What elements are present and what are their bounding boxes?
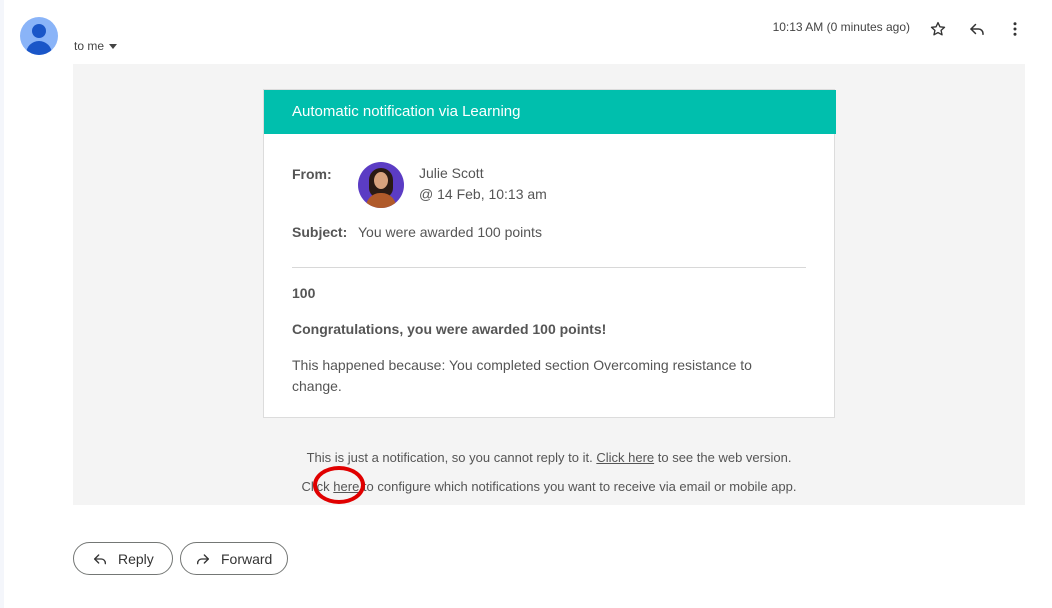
- reply-icon: [94, 553, 106, 564]
- congratulations-message: Congratulations, you were awarded 100 po…: [292, 321, 607, 337]
- reply-button[interactable]: [966, 18, 988, 40]
- star-button[interactable]: [927, 18, 949, 40]
- recipient-label: to me: [74, 39, 105, 53]
- sender-profile-photo: [358, 162, 404, 208]
- person-icon: [32, 24, 46, 38]
- reply-action-button[interactable]: Reply: [73, 542, 173, 575]
- caret-down-icon: [109, 43, 118, 49]
- forward-action-button[interactable]: Forward: [180, 542, 288, 575]
- email-body: Automatic notification via Learning From…: [73, 64, 1025, 505]
- reply-icon: [970, 23, 984, 35]
- web-version-link[interactable]: Click here: [596, 450, 654, 465]
- email-timestamp: 10:13 AM (0 minutes ago): [772, 20, 910, 34]
- star-icon: [930, 21, 946, 36]
- forward-icon: [197, 553, 209, 564]
- divider: [292, 267, 806, 268]
- points-value: 100: [292, 285, 316, 301]
- subject-text: You were awarded 100 points: [358, 224, 542, 240]
- sender-name: Julie Scott: [419, 165, 484, 181]
- from-label: From:: [292, 166, 332, 182]
- reply-label: Reply: [118, 550, 154, 567]
- notification-card: Automatic notification via Learning From…: [263, 89, 836, 418]
- subject-label: Subject:: [292, 224, 348, 240]
- more-vert-icon: [1013, 22, 1017, 36]
- sent-date: @ 14 Feb, 10:13 am: [419, 186, 547, 202]
- more-options-button[interactable]: [1004, 18, 1026, 40]
- sender-avatar[interactable]: [20, 17, 58, 55]
- highlight-annotation-circle: [313, 466, 365, 504]
- recipient-details-toggle[interactable]: to me: [74, 39, 118, 53]
- footer-configure: Click here to configure which notificati…: [301, 479, 797, 494]
- footer-notice: This is just a notification, so you cann…: [306, 450, 792, 465]
- notification-card-header: Automatic notification via Learning: [264, 90, 836, 134]
- forward-label: Forward: [221, 550, 273, 567]
- reason-text: This happened because: You completed sec…: [292, 357, 752, 394]
- left-edge-strip: [0, 0, 4, 608]
